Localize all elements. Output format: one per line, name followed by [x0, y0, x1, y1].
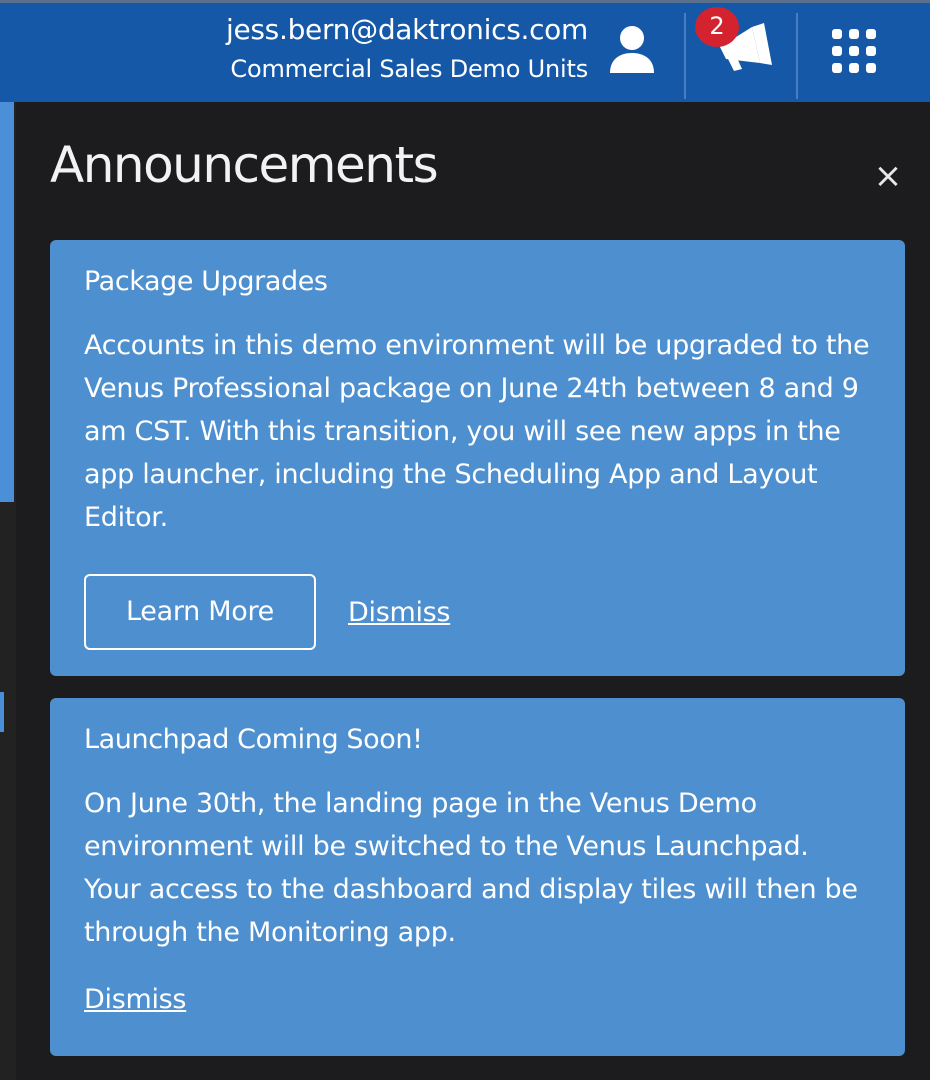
close-button[interactable]: ×	[870, 158, 906, 194]
background-page	[0, 102, 16, 1080]
user-info[interactable]: jess.bern@daktronics.com Commercial Sale…	[226, 11, 588, 89]
divider	[684, 13, 686, 99]
announcement-actions: Dismiss	[84, 984, 187, 1015]
announcement-card: Launchpad Coming Soon! On June 30th, the…	[50, 698, 905, 1056]
dismiss-link[interactable]: Dismiss	[348, 597, 451, 628]
notification-badge: 2	[695, 7, 739, 47]
announcement-title: Package Upgrades	[84, 266, 328, 297]
background-tile	[0, 102, 14, 502]
announcement-card: Package Upgrades Accounts in this demo e…	[50, 240, 905, 676]
top-bar: jess.bern@daktronics.com Commercial Sale…	[0, 0, 930, 102]
announcement-body: Accounts in this demo environment will b…	[84, 330, 870, 533]
announcement-body: On June 30th, the landing page in the Ve…	[84, 788, 858, 948]
announcement-title: Launchpad Coming Soon!	[84, 724, 423, 755]
user-icon[interactable]	[606, 23, 658, 77]
announcement-actions: Learn More Dismiss	[84, 574, 451, 650]
dismiss-link[interactable]: Dismiss	[84, 984, 187, 1015]
announcements-panel: Announcements × Package Upgrades Account…	[16, 102, 930, 1080]
app-launcher-grid-icon[interactable]	[832, 29, 876, 73]
user-email: jess.bern@daktronics.com	[225, 13, 588, 46]
learn-more-button[interactable]: Learn More	[84, 574, 316, 650]
account-name: Commercial Sales Demo Units	[230, 55, 588, 83]
divider	[796, 13, 798, 99]
background-accent	[0, 692, 4, 732]
panel-title: Announcements	[50, 136, 439, 194]
